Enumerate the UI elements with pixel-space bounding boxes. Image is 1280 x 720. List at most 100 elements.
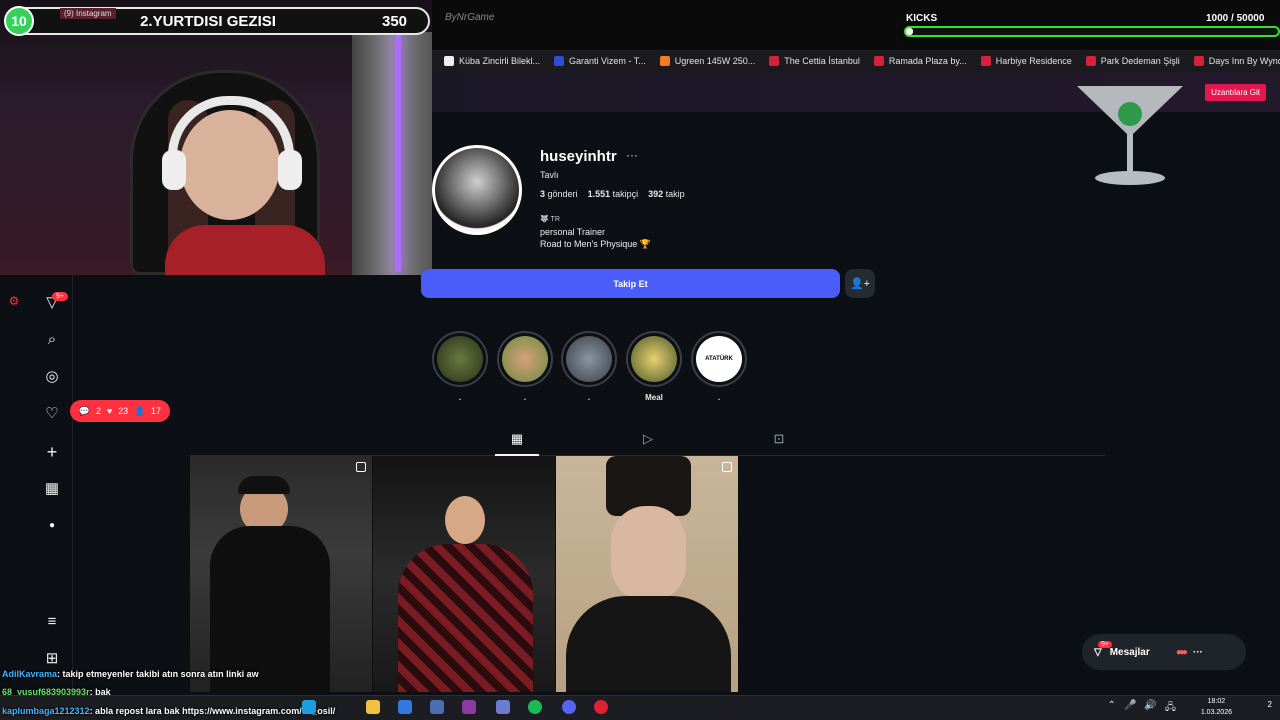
profile-avatar-icon[interactable]: ● (43, 517, 61, 535)
goal-count: 10 (4, 6, 34, 36)
story-highlight[interactable] (497, 331, 553, 387)
notification-center-icon[interactable]: 2 (1268, 700, 1272, 709)
suggested-users-button[interactable]: 👤+ (845, 269, 875, 298)
messages-label: Mesajlar (1109, 646, 1150, 658)
bookmark-icon (873, 56, 884, 66)
more-apps-icon[interactable]: ⊞ (43, 650, 61, 668)
streamer-shirt (165, 225, 325, 275)
spotify-icon[interactable] (528, 700, 542, 714)
taskbar-clock[interactable]: 18:02 1.03.2026 (1201, 696, 1232, 718)
like-count: 23 (118, 406, 129, 416)
edge-icon[interactable] (302, 700, 316, 714)
obs-icon[interactable] (462, 700, 476, 714)
room-panel (352, 32, 432, 275)
bookmark-icon (444, 56, 454, 66)
chevron-up-icon: ⌃ (1107, 700, 1116, 711)
clock-time: 18:02 (1207, 698, 1226, 705)
posts-grid-icon[interactable]: ▦ (509, 431, 525, 447)
profile-full-name: Tavlı (540, 170, 559, 180)
chat-message: AdilKavrama: takip etmeyenler takibi atı… (2, 669, 259, 679)
multi-photo-icon (722, 462, 732, 472)
post-thumbnail[interactable] (373, 456, 555, 692)
more-options-icon[interactable]: ··· (626, 148, 638, 162)
story-highlight[interactable] (432, 331, 488, 387)
kicks-progress-fill (906, 28, 913, 35)
highlight-label: Meal (645, 393, 663, 402)
story-highlight[interactable] (561, 331, 617, 387)
send-icon: ▽ (1094, 646, 1102, 658)
bookmark-icon (659, 56, 670, 66)
reels-icon[interactable]: ▷ (640, 431, 656, 447)
post-figure-face (611, 506, 686, 601)
highlight-label: . (717, 393, 721, 402)
post-figure-body (398, 544, 533, 692)
highlight-cover: ATATÜRK (696, 336, 742, 382)
bookmarks-bar: Küba Zincirli Bilekl... Garanti Vizem - … (432, 50, 1280, 72)
settings-icon[interactable]: ⚙ (5, 292, 23, 310)
bookmark-icon (554, 56, 565, 66)
post-thumbnail[interactable] (556, 456, 738, 692)
post-figure-body (566, 596, 731, 692)
highlight-label: . (523, 393, 527, 402)
bookmark-item[interactable]: Ugreen 145W 250... (659, 56, 755, 66)
highlight-cover (437, 336, 483, 382)
copilot-icon[interactable] (398, 700, 412, 714)
menu-icon[interactable]: ≡ (43, 613, 61, 631)
heart-icon[interactable]: ♡ (43, 405, 61, 423)
discord-icon[interactable] (562, 700, 576, 714)
bookmark-item[interactable]: Harbiye Residence (980, 56, 1072, 66)
create-icon[interactable]: + (43, 443, 61, 461)
story-highlight[interactable] (626, 331, 682, 387)
search-icon[interactable]: ⌕ (43, 331, 61, 349)
post-figure-cap (238, 476, 290, 494)
bookmark-item[interactable]: Ramada Plaza by... (873, 56, 967, 66)
following-stat[interactable]: 392 takip (648, 189, 685, 199)
tagged-icon[interactable]: ⊡ (771, 431, 787, 447)
bookmark-item[interactable]: Küba Zincirli Bilekl... (444, 56, 540, 66)
chat-text: : takip etmeyenler takibi atın sonra atı… (57, 669, 259, 679)
system-tray[interactable]: ⌃ 🎤 🔊 🖧 (1108, 700, 1176, 717)
bookmark-item[interactable]: Park Dedeman Şişli (1085, 56, 1180, 66)
activity-pill[interactable]: 💬 2 ♥ 23 👤 17 (70, 400, 170, 422)
app-icon[interactable] (430, 700, 444, 714)
browser-tab[interactable]: (9) Instagram (60, 8, 116, 19)
app-icon[interactable] (496, 700, 510, 714)
dashboard-icon[interactable]: ▦ (43, 480, 61, 498)
story-highlight[interactable]: ATATÜRK (691, 331, 747, 387)
highlight-label: . (458, 393, 462, 402)
post-figure-head (445, 496, 485, 544)
bookmark-item[interactable]: The Cettia İstanbul (769, 56, 860, 66)
heart-icon: ♥ (106, 406, 113, 416)
folder-icon[interactable] (366, 700, 380, 714)
mic-icon: 🎤 (1123, 700, 1137, 711)
profile-username: huseyinhtr (540, 148, 617, 165)
extension-button[interactable]: Uzantılara Git (1205, 84, 1266, 101)
headset-ear (278, 150, 302, 190)
headset-ear (162, 150, 186, 190)
followers-stat[interactable]: 1.551 takipçi (588, 189, 639, 199)
highlight-cover (502, 336, 548, 382)
chat-user: kaplumbaga1212312 (2, 706, 90, 716)
more-dots-icon: ··· (1192, 646, 1203, 658)
bio-line: Road to Men's Physique 🏆 (540, 239, 651, 249)
ig-sidebar: ⚙ ▽ ⌕ ◎ ♡ + ▦ ● ≡ ⊞ (0, 275, 73, 695)
kicks-value: 1000 / 50000 (1206, 13, 1265, 24)
chrome-icon[interactable] (594, 700, 608, 714)
post-thumbnail[interactable] (190, 456, 372, 692)
profile-avatar[interactable] (432, 145, 522, 235)
messages-button[interactable]: ▽ Mesajlar ●●● ··· (1082, 634, 1246, 670)
post-figure-body (210, 526, 330, 692)
bookmark-icon (980, 56, 991, 66)
posts-stat[interactable]: 3 gönderi (540, 189, 578, 199)
goal-value: 350 (382, 12, 408, 30)
explore-icon[interactable]: ◎ (43, 368, 61, 386)
bookmark-item[interactable]: Garanti Vizem - T... (554, 56, 646, 66)
cocktail-widget (1077, 86, 1183, 185)
follow-count: 17 (151, 406, 162, 416)
follow-button[interactable]: Takip Et (421, 269, 840, 298)
bookmark-item[interactable]: Days Inn By Wynd... (1193, 56, 1280, 66)
logo-mark: ByNrGame (445, 12, 495, 23)
clock-date: 1.03.2026 (1200, 709, 1232, 716)
bio-flag: 🐺 TR (540, 216, 560, 223)
chat-message: kaplumbaga1212312: abla repost lara bak … (2, 706, 335, 716)
